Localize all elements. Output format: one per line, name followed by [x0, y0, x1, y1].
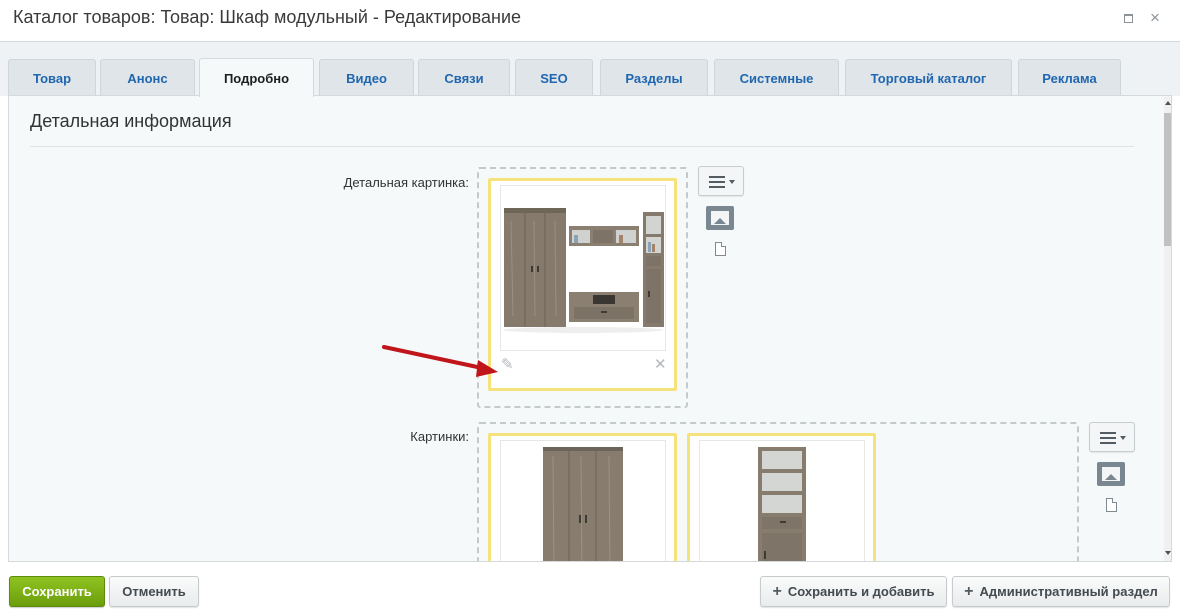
close-icon[interactable]: ×: [1145, 8, 1165, 28]
detail-picture-thumbnail[interactable]: [500, 185, 666, 351]
menu-icon: [709, 176, 725, 188]
section-divider: [30, 146, 1134, 147]
window-titlebar: Каталог товаров: Товар: Шкаф модульный -…: [0, 0, 1180, 42]
scroll-up-icon[interactable]: [1165, 101, 1171, 105]
tab-tovar[interactable]: Товар: [8, 59, 96, 96]
image-icon[interactable]: [1097, 462, 1125, 486]
picture-thumbnail-1[interactable]: [500, 440, 666, 561]
file-icon[interactable]: [715, 242, 726, 256]
tab-sistemnye[interactable]: Системные: [714, 59, 839, 96]
maximize-icon[interactable]: [1118, 8, 1138, 28]
tab-anons[interactable]: Анонс: [100, 59, 195, 96]
tabs-bar: Товар Анонс Подробно Видео Связи SEO Раз…: [0, 42, 1180, 97]
section-title: Детальная информация: [30, 111, 232, 131]
scroll-down-icon[interactable]: [1165, 551, 1171, 555]
admin-section-button[interactable]: + Административный раздел: [952, 576, 1170, 607]
detail-picture-menu-button[interactable]: [698, 166, 744, 196]
wardrobe-image: [543, 447, 623, 561]
picture-card-1[interactable]: [488, 433, 677, 561]
content-panel: Детальная информация Детальная картинка:: [8, 95, 1172, 562]
save-button[interactable]: Сохранить: [9, 576, 105, 607]
file-icon[interactable]: [1106, 498, 1117, 512]
plus-icon: +: [964, 582, 974, 600]
image-icon[interactable]: [706, 206, 734, 230]
admin-section-label: Административный раздел: [979, 584, 1158, 599]
chevron-down-icon: [729, 180, 735, 184]
scrollbar-thumb[interactable]: [1164, 113, 1171, 246]
plus-icon: +: [772, 582, 782, 600]
detail-picture-label: Детальная картинка:: [343, 175, 469, 190]
vertical-scrollbar[interactable]: [1164, 97, 1171, 561]
furniture-wall-image: [503, 208, 664, 333]
footer-bar: Сохранить Отменить + Сохранить и добавит…: [0, 562, 1180, 616]
tab-reklama[interactable]: Реклама: [1018, 59, 1121, 96]
menu-icon: [1100, 432, 1116, 444]
pencil-icon[interactable]: ✎: [501, 357, 514, 372]
tab-seo[interactable]: SEO: [515, 59, 593, 96]
window-title: Каталог товаров: Товар: Шкаф модульный -…: [13, 7, 522, 27]
tab-razdely[interactable]: Разделы: [600, 59, 708, 96]
chevron-down-icon: [1120, 436, 1126, 440]
bookcase-image: [758, 447, 806, 561]
tab-torgovyi-katalog[interactable]: Торговый каталог: [845, 59, 1012, 96]
tab-video[interactable]: Видео: [319, 59, 414, 96]
picture-thumbnail-2[interactable]: [699, 440, 865, 561]
tab-podrobno[interactable]: Подробно: [199, 58, 314, 97]
cancel-button[interactable]: Отменить: [109, 576, 199, 607]
pictures-dropzone[interactable]: [477, 422, 1079, 561]
pictures-menu-button[interactable]: [1089, 422, 1135, 452]
tab-svyazi[interactable]: Связи: [418, 59, 510, 96]
save-and-add-label: Сохранить и добавить: [787, 584, 935, 599]
detail-picture-card[interactable]: ✎ ✕: [488, 178, 677, 391]
detail-picture-dropzone[interactable]: ✎ ✕: [477, 167, 688, 408]
pictures-label: Картинки:: [410, 429, 469, 444]
close-icon[interactable]: ✕: [654, 357, 667, 372]
save-and-add-button[interactable]: + Сохранить и добавить: [760, 576, 947, 607]
picture-card-2[interactable]: [687, 433, 876, 561]
